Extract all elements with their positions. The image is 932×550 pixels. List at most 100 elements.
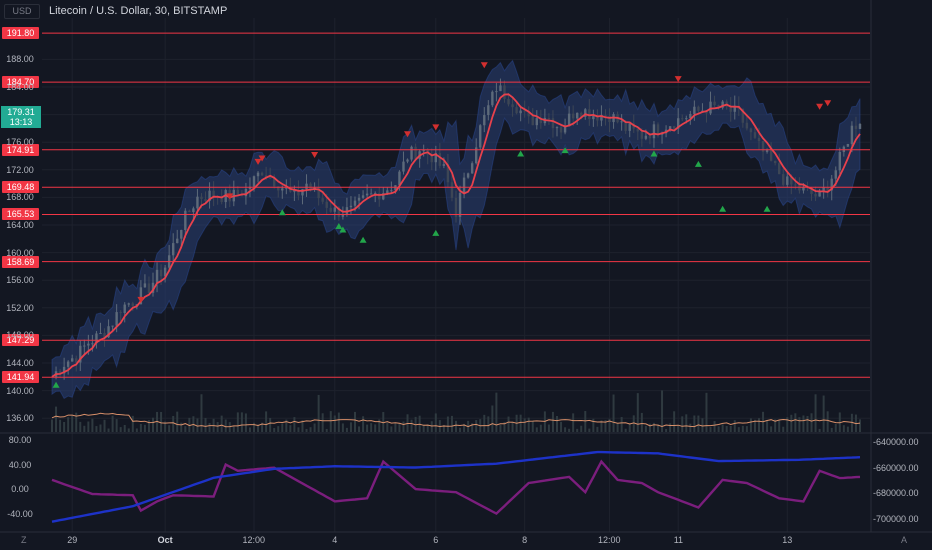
osc-tick-label: 0.00: [11, 484, 29, 495]
volume-bar: [176, 411, 179, 432]
candle-body: [87, 343, 90, 346]
price-tick-label: 144.00: [6, 358, 34, 368]
timezone-button[interactable]: Z: [21, 535, 27, 545]
volume-bar: [345, 427, 348, 432]
candle-body: [414, 146, 417, 159]
volume-bar: [495, 392, 498, 432]
candle-body: [71, 358, 74, 362]
volume-bar: [782, 426, 785, 432]
level-price-tag: 165.53: [2, 208, 39, 221]
obv-line: [51, 450, 861, 523]
candle-body: [188, 210, 191, 213]
price-tick-label: 184.00: [6, 82, 34, 92]
volume-bar: [115, 419, 118, 432]
price-tick-label: 164.00: [6, 220, 34, 230]
chart-canvas[interactable]: [0, 0, 932, 550]
candle-body: [365, 193, 369, 196]
volume-bar: [358, 426, 361, 432]
volume-bar: [160, 411, 163, 432]
volume-bar: [459, 427, 462, 432]
candle-body: [834, 170, 837, 179]
candle-body: [749, 128, 753, 133]
volume-bar: [810, 413, 813, 432]
candle-body: [838, 152, 841, 171]
volume-bar: [79, 421, 82, 432]
volume-bar: [588, 428, 591, 432]
volume-bar: [269, 417, 272, 432]
time-tick-label: Oct: [157, 535, 173, 545]
volume-bar: [673, 411, 676, 432]
volume-bar: [204, 418, 207, 432]
trading-chart[interactable]: USD Litecoin / U.S. Dollar, 30, BITSTAMP…: [0, 0, 932, 550]
volume-bar: [745, 426, 748, 432]
price-tick-label: 148.00: [6, 330, 34, 341]
volume-bar: [333, 415, 336, 432]
candle-body: [765, 150, 769, 152]
volume-bar: [778, 420, 781, 432]
candle-body: [192, 208, 195, 213]
candle-body: [111, 325, 114, 327]
volume-bar: [564, 427, 567, 432]
volume-bar: [733, 420, 736, 432]
volume-bar: [487, 416, 490, 432]
bar-countdown: 13:13: [9, 117, 33, 127]
candle-body: [652, 124, 656, 139]
volume-bar: [693, 415, 696, 432]
volume-bar: [798, 417, 801, 432]
volume-bar: [685, 414, 688, 432]
last-price-label: 179.31 13:13: [1, 106, 41, 128]
volume-bar: [523, 418, 526, 432]
candle-body: [555, 127, 559, 129]
volume-bar: [749, 418, 752, 432]
volume-bar: [374, 424, 377, 432]
volume-bar: [349, 422, 352, 432]
candle-body: [196, 196, 199, 209]
sell-signal-marker: [480, 62, 488, 69]
sell-signal-marker: [824, 100, 832, 107]
candle-body: [818, 191, 821, 197]
osc-tick-label: 80.00: [8, 435, 32, 446]
currency-label[interactable]: USD: [4, 4, 40, 19]
volume-bar: [709, 426, 712, 432]
candle-body: [180, 230, 183, 239]
candle-body: [333, 207, 336, 212]
volume-bar: [297, 427, 300, 432]
volume-bar: [135, 428, 138, 432]
volume-bar: [834, 423, 837, 432]
volume-bar: [499, 424, 502, 432]
price-tick-label: 156.00: [6, 275, 34, 286]
volume-bar: [273, 428, 276, 432]
volume-bar: [737, 427, 740, 432]
volume-bar: [455, 420, 457, 432]
volume-bar: [620, 417, 623, 432]
volume-bar: [51, 419, 53, 432]
oscillator-pane: [51, 450, 861, 523]
price-tick-label: 152.00: [6, 302, 34, 313]
candle-body: [200, 196, 203, 200]
price-tick-label: 188.00: [6, 54, 34, 65]
candle-body: [357, 197, 361, 201]
volume-bar: [305, 428, 308, 432]
volume-bar: [507, 416, 510, 432]
volume-bar: [818, 428, 821, 432]
volume-bar: [713, 421, 716, 432]
volume-bar: [220, 415, 223, 432]
candle-body: [268, 177, 272, 179]
volume-bar: [402, 421, 405, 432]
volume-bar: [576, 428, 579, 432]
volume-bar: [430, 421, 433, 432]
volume-bar: [244, 413, 247, 432]
osc-right-tick-label: -640000.00: [873, 436, 919, 447]
price-tick-label: 172.00: [6, 164, 34, 175]
chart-title: Litecoin / U.S. Dollar, 30, BITSTAMP: [49, 5, 228, 17]
candle-body: [252, 176, 256, 187]
auto-scale-button[interactable]: A: [901, 535, 907, 545]
candle-body: [713, 101, 716, 106]
volume-bar: [208, 422, 211, 432]
osc-right-tick-label: -660000.00: [873, 462, 919, 473]
oscillator-line: [51, 459, 861, 516]
sell-signal-marker: [816, 103, 824, 110]
volume-bar: [394, 423, 397, 432]
volume-bar: [172, 415, 175, 432]
candle-body: [406, 159, 409, 162]
